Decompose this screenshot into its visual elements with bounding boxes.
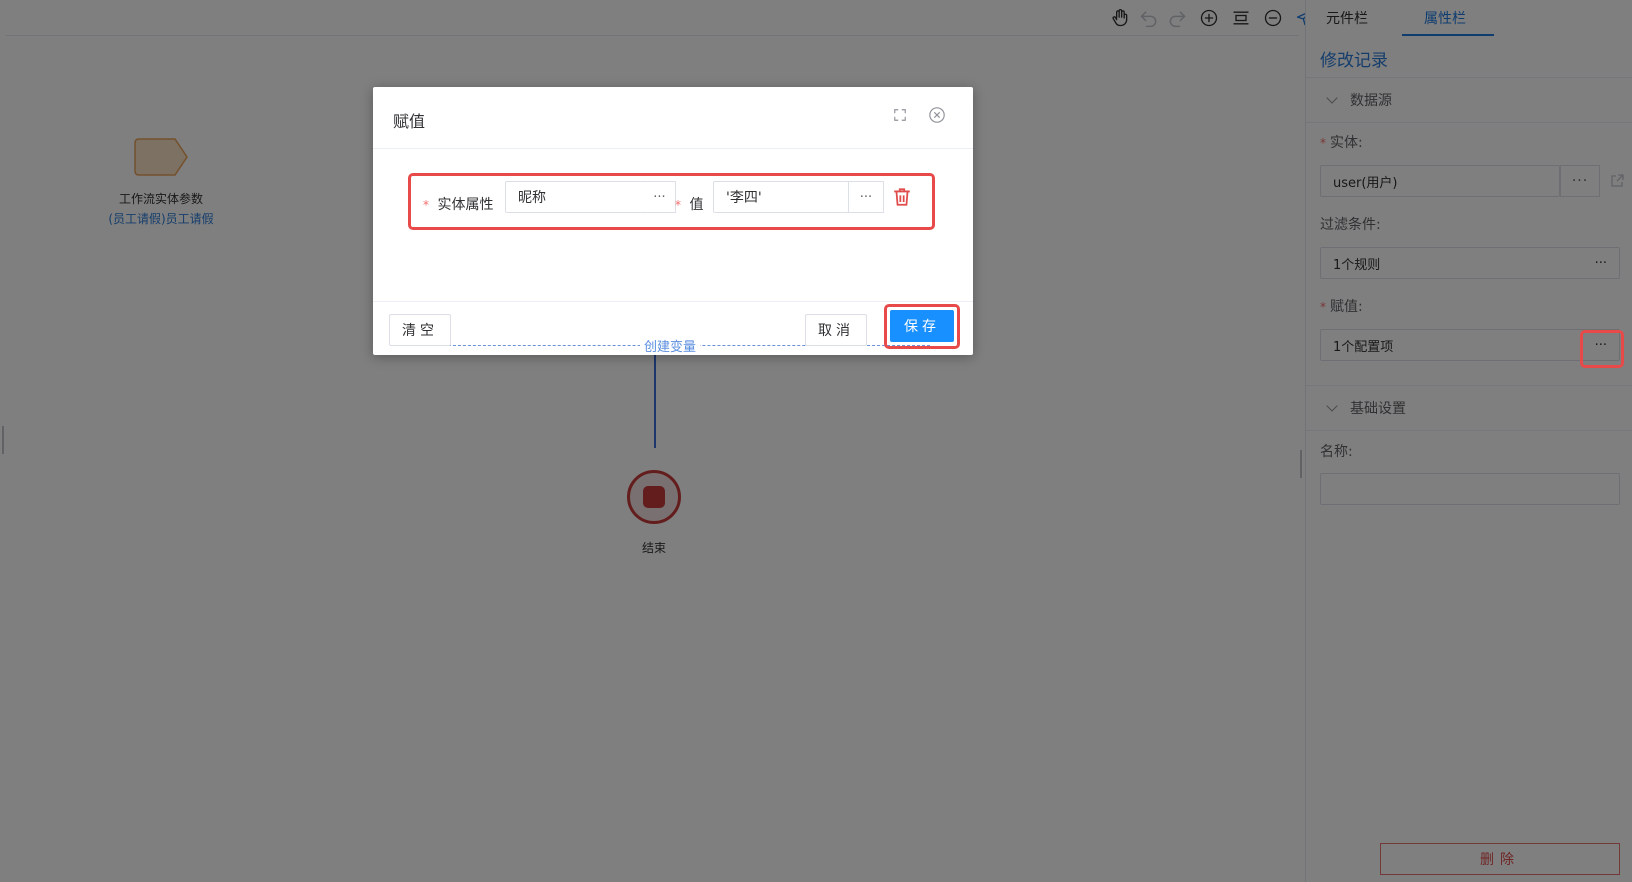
- clear-button[interactable]: 清空: [389, 314, 451, 346]
- save-button[interactable]: 保存: [890, 310, 954, 342]
- fullscreen-icon[interactable]: [890, 105, 910, 125]
- value-input[interactable]: '李四': [713, 181, 849, 213]
- assign-dialog: 赋值 * 实体属性 昵称 ··· * 值 '李四' ··· 创建变量 清空 取消…: [373, 87, 973, 355]
- attr-more-button[interactable]: ···: [644, 181, 676, 213]
- cancel-button[interactable]: 取消: [805, 314, 867, 346]
- value-label: * 值: [675, 197, 704, 213]
- dialog-header: 赋值: [373, 87, 973, 149]
- dialog-title: 赋值: [393, 112, 426, 131]
- dialog-footer: [373, 301, 973, 355]
- attr-input[interactable]: 昵称: [505, 181, 645, 213]
- trash-icon[interactable]: [893, 187, 911, 207]
- assign-more-highlight: [1580, 330, 1624, 368]
- close-icon[interactable]: [927, 105, 947, 125]
- value-more-button[interactable]: ···: [848, 181, 884, 213]
- attr-label: * 实体属性: [423, 197, 494, 213]
